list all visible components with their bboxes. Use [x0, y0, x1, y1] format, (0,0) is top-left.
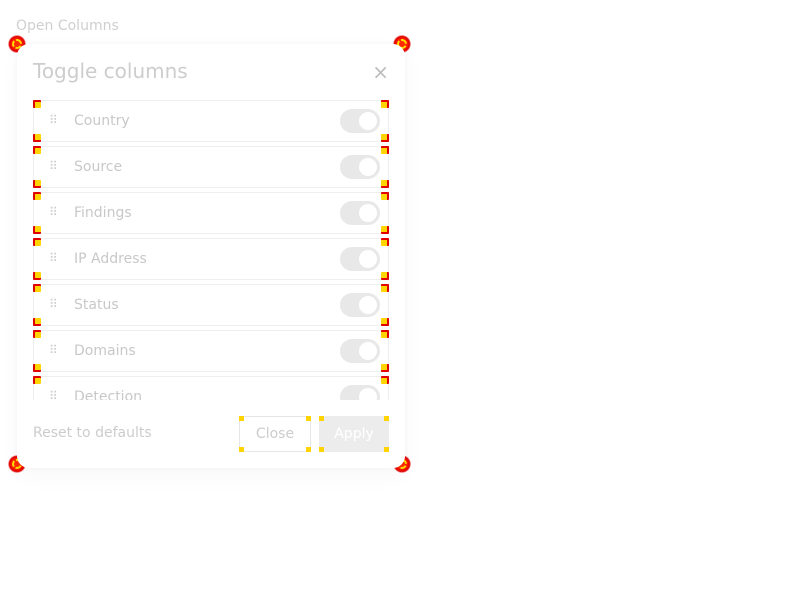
column-label: Source [74, 159, 123, 175]
close-button[interactable]: Close [239, 416, 311, 452]
highlight-marker [381, 272, 389, 280]
highlight-marker [33, 364, 41, 372]
highlight-marker [239, 447, 244, 452]
highlight-marker [33, 146, 41, 154]
column-row-detection: ⠿ Detection [33, 376, 389, 400]
column-label: IP Address [74, 251, 147, 267]
drag-handle-icon[interactable]: ⠿ [49, 205, 58, 219]
drag-handle-icon[interactable]: ⠿ [49, 389, 58, 400]
highlight-marker [381, 318, 389, 326]
toggle-knob [359, 112, 377, 130]
highlight-marker [381, 226, 389, 234]
highlight-marker [33, 272, 41, 280]
open-columns-link[interactable]: Open Columns [16, 17, 119, 35]
dialog-title: Toggle columns [33, 59, 188, 83]
highlight-marker [33, 134, 41, 142]
column-toggle-country[interactable] [340, 109, 380, 133]
toggle-knob [359, 296, 377, 314]
highlight-marker [381, 146, 389, 154]
column-toggle-findings[interactable] [340, 201, 380, 225]
apply-button-label: Apply [334, 426, 374, 442]
drag-handle-icon[interactable]: ⠿ [49, 297, 58, 311]
column-row-country: ⠿ Country [33, 100, 389, 142]
highlight-marker [306, 416, 311, 421]
close-icon[interactable]: × [372, 62, 389, 82]
column-toggle-domains[interactable] [340, 339, 380, 363]
drag-handle-icon[interactable]: ⠿ [49, 113, 58, 127]
highlight-marker [33, 318, 41, 326]
toggle-knob [359, 250, 377, 268]
toggle-knob [359, 204, 377, 222]
column-toggle-status[interactable] [340, 293, 380, 317]
column-label: Status [74, 297, 119, 313]
highlight-marker [381, 330, 389, 338]
highlight-marker [33, 180, 41, 188]
highlight-marker [33, 192, 41, 200]
highlight-marker [33, 226, 41, 234]
drag-handle-icon[interactable]: ⠿ [49, 343, 58, 357]
drag-handle-icon[interactable]: ⠿ [49, 251, 58, 265]
highlight-marker [33, 330, 41, 338]
highlight-marker [381, 134, 389, 142]
highlight-marker [319, 416, 324, 421]
highlight-marker [384, 416, 389, 421]
highlight-marker [381, 100, 389, 108]
column-list[interactable]: ⠿ Country ⠿ Source ⠿ Findings ⠿ IP Addre… [33, 100, 389, 400]
toggle-knob [359, 158, 377, 176]
column-label: Detection [74, 389, 143, 400]
highlight-marker [381, 180, 389, 188]
column-label: Domains [74, 343, 136, 359]
highlight-marker [381, 238, 389, 246]
highlight-marker [381, 376, 389, 384]
highlight-marker [33, 238, 41, 246]
reset-to-defaults-button[interactable]: Reset to defaults [33, 425, 152, 441]
toggle-columns-dialog: Toggle columns × ⠿ Country ⠿ Source ⠿ Fi… [17, 44, 405, 468]
toggle-knob [359, 388, 377, 400]
close-button-label: Close [255, 426, 295, 442]
highlight-marker [381, 192, 389, 200]
highlight-marker [33, 284, 41, 292]
toggle-knob [359, 342, 377, 360]
column-row-ip-address: ⠿ IP Address [33, 238, 389, 280]
highlight-marker [33, 100, 41, 108]
column-toggle-ip-address[interactable] [340, 247, 380, 271]
column-toggle-detection[interactable] [340, 385, 380, 400]
highlight-marker [33, 376, 41, 384]
column-row-findings: ⠿ Findings [33, 192, 389, 234]
column-label: Findings [74, 205, 132, 221]
highlight-marker [319, 447, 324, 452]
apply-button[interactable]: Apply [319, 416, 389, 452]
column-label: Country [74, 113, 130, 129]
column-row-status: ⠿ Status [33, 284, 389, 326]
drag-handle-icon[interactable]: ⠿ [49, 159, 58, 173]
highlight-marker [306, 447, 311, 452]
highlight-marker [381, 364, 389, 372]
column-row-source: ⠿ Source [33, 146, 389, 188]
column-row-domains: ⠿ Domains [33, 330, 389, 372]
column-toggle-source[interactable] [340, 155, 380, 179]
highlight-marker [381, 284, 389, 292]
highlight-marker [384, 447, 389, 452]
highlight-marker [239, 416, 244, 421]
